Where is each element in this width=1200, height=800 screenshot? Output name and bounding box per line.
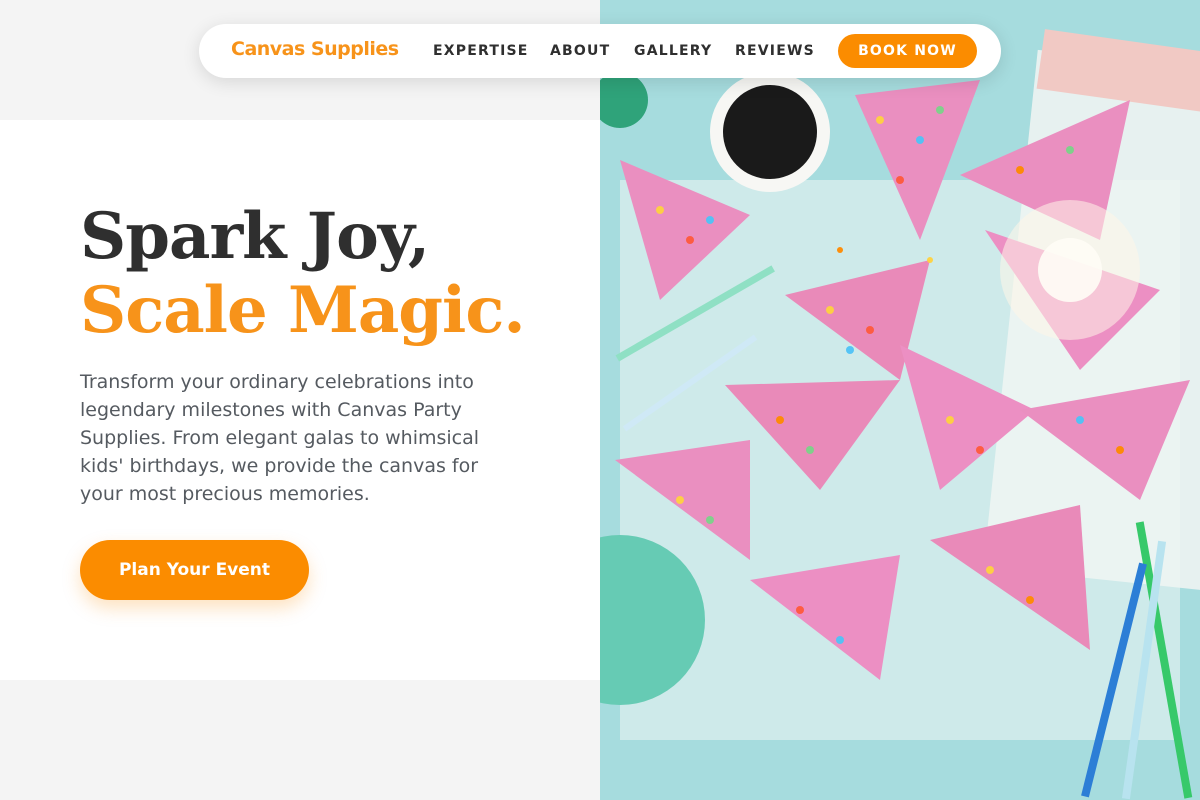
hero-description: Transform your ordinary celebrations int… bbox=[80, 371, 480, 505]
brand-logo[interactable]: Canvas Supplies bbox=[231, 38, 399, 60]
nav-link-about[interactable]: ABOUT bbox=[550, 43, 610, 59]
nav-link-reviews[interactable]: REVIEWS bbox=[735, 43, 815, 59]
nav-link-expertise[interactable]: EXPERTISE bbox=[433, 43, 529, 59]
hero-headline: Spark Joy, Scale Magic. bbox=[80, 199, 526, 348]
headline-line-1: Spark Joy, bbox=[80, 199, 430, 274]
top-navbar: Canvas Supplies EXPERTISE ABOUT GALLERY … bbox=[199, 24, 1001, 78]
cake-slices-illustration bbox=[600, 0, 1200, 800]
party-cake-photo bbox=[600, 0, 1200, 800]
nav-link-gallery[interactable]: GALLERY bbox=[634, 43, 712, 59]
book-now-button[interactable]: BOOK NOW bbox=[838, 34, 977, 68]
plan-event-button[interactable]: Plan Your Event bbox=[80, 540, 309, 600]
headline-line-2: Scale Magic. bbox=[80, 273, 526, 348]
